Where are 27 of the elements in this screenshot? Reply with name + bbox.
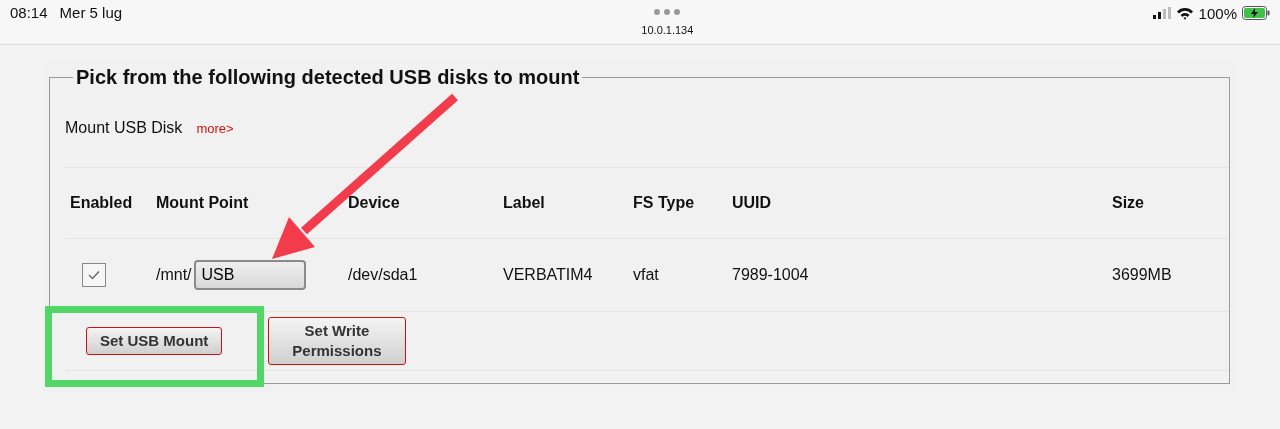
column-header: Enabled	[69, 194, 134, 212]
table-cell-text: 3699MB	[1112, 266, 1173, 284]
table-cell-text: 7989-1004	[732, 266, 810, 284]
table-cell-text: /dev/sda1	[348, 266, 419, 284]
enabled-checkbox[interactable]	[82, 263, 106, 287]
mount-prefix: /mnt/	[156, 266, 192, 284]
signal-icon	[1152, 7, 1171, 19]
column-header: Mount Point	[156, 194, 250, 212]
section-label: Mount USB Disk	[65, 119, 183, 137]
column-header: UUID	[732, 194, 773, 212]
action-button[interactable]: Set Write Permissions	[268, 317, 406, 365]
action-button[interactable]: Set USB Mount	[86, 327, 223, 355]
mount-point-field[interactable]: USB	[193, 260, 306, 290]
more-link[interactable]: more>	[196, 120, 234, 136]
table-cell-text: vfat	[633, 266, 660, 284]
column-header: Device	[348, 194, 401, 212]
page-address: 10.0.1.134	[641, 24, 694, 36]
table-cell-text: VERBATIM4	[503, 266, 594, 284]
more-dots-icon[interactable]	[654, 9, 681, 15]
battery-percent: 100%	[1198, 4, 1237, 22]
column-header: Label	[503, 194, 546, 212]
status-date: Mer 5 lug	[59, 4, 123, 22]
panel-title: Pick from the following detected USB disks to mount	[75, 66, 581, 89]
wifi-icon	[1175, 6, 1194, 20]
column-header: Size	[1112, 194, 1145, 212]
column-header: FS Type	[633, 194, 696, 212]
status-time: 08:14	[10, 4, 48, 22]
